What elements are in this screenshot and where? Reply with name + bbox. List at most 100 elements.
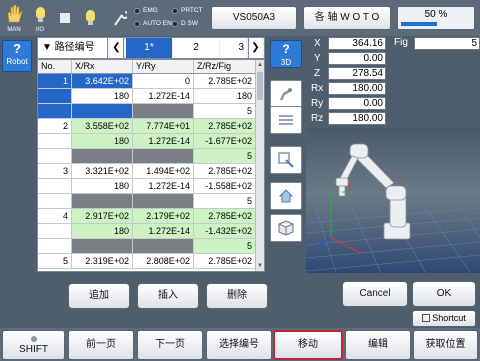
table-cell: 180 [194, 89, 256, 103]
coord-rz-value: 180.00 [328, 112, 386, 125]
speed-override-control[interactable]: 50 % [397, 6, 475, 30]
scroll-up-arrow-icon[interactable]: ▲ [256, 61, 264, 69]
ok-button[interactable]: OK [412, 281, 476, 307]
table-cell [133, 239, 194, 253]
row-number-cell: 1 [38, 74, 72, 88]
io-indicator[interactable]: I/O [29, 2, 51, 34]
scroll-thumb[interactable] [257, 72, 263, 100]
axis-mode-button[interactable]: 各 轴 W O T O [303, 6, 391, 30]
row-number-cell: 4 [38, 209, 72, 223]
wrench-icon [114, 11, 127, 26]
get-position-button[interactable]: 获取位置 [413, 330, 478, 360]
table-cell: 7.774E+01 [133, 119, 194, 133]
page-prev-chevron-icon[interactable]: ❮ [110, 38, 124, 58]
table-row[interactable]: 1 3.642E+02 0 2.785E+02 [38, 74, 256, 89]
table-cell: 2.785E+02 [194, 119, 256, 133]
table-row[interactable]: 5 [38, 104, 256, 119]
table-header: No. X/Rx Y/Ry Z/Rz/Fig [38, 60, 256, 74]
cube-icon [278, 220, 294, 236]
select-number-button[interactable]: 选择编号 [206, 330, 272, 360]
table-cell: 1.272E-14 [133, 179, 194, 193]
table-row[interactable]: 5 2.319E+02 2.808E+02 2.785E+02 [38, 254, 256, 269]
d-sw-indicator-dot [172, 21, 178, 27]
table-cell: 180 [72, 89, 133, 103]
table-cell [72, 149, 133, 163]
table-scrollbar[interactable]: ▲ ▼ [255, 60, 264, 271]
table-row[interactable]: 180 1.272E-14 -1.432E+02 [38, 224, 256, 239]
add-point-button[interactable]: 追加 [68, 283, 130, 309]
stop-square-icon [60, 13, 70, 23]
table-row[interactable]: 180 1.272E-14 -1.677E+02 [38, 134, 256, 149]
table-cell [133, 149, 194, 163]
col-header-x: X/Rx [72, 60, 133, 73]
shift-label: SHIFT [19, 344, 48, 355]
table-cell [72, 104, 133, 118]
scroll-down-arrow-icon[interactable]: ▼ [256, 262, 264, 270]
route-number-dropdown[interactable]: ▼ 路径编号 [38, 38, 108, 58]
view-3d-button[interactable]: ? 3D [270, 40, 302, 68]
table-row[interactable]: 180 1.272E-14 -1.558E+02 [38, 179, 256, 194]
view-zoom-tool-button[interactable] [270, 146, 302, 174]
move-button[interactable]: 移动 [273, 330, 343, 360]
coord-rx-label: Rx [311, 83, 324, 94]
robot-model-button[interactable]: VS050A3 [211, 6, 297, 30]
table-cell: 2.785E+02 [194, 164, 256, 178]
delete-point-button[interactable]: 删除 [206, 283, 268, 309]
col-header-y: Y/Ry [133, 60, 194, 73]
cube-view-button[interactable] [270, 214, 302, 242]
robot-pose-tool-button[interactable] [270, 80, 302, 108]
row-number-cell: 2 [38, 119, 72, 133]
table-cell [72, 239, 133, 253]
row-number-cell [38, 179, 72, 193]
table-cell: -1.432E+02 [194, 224, 256, 238]
help-question-icon: ? [13, 41, 21, 56]
page-tab-2[interactable]: 2 [173, 38, 219, 58]
edit-button[interactable]: 编辑 [345, 330, 411, 360]
top-status-bar: MAN I/O EMG AUTO EN PRTCT D SW VS050A3 各… [0, 0, 480, 36]
prtct-label: PRTCT [181, 7, 203, 14]
next-page-button[interactable]: 下一页 [137, 330, 203, 360]
page-next-chevron-icon[interactable]: ❯ [248, 38, 262, 58]
table-row[interactable]: 180 1.272E-14 180 [38, 89, 256, 104]
table-cell [133, 194, 194, 208]
table-cell: 1.272E-14 [133, 89, 194, 103]
lightbulb-icon [36, 7, 45, 22]
hand-mode-indicator[interactable]: MAN [2, 2, 26, 34]
home-view-button[interactable] [270, 182, 302, 210]
page-tab-1[interactable]: 1* [126, 38, 172, 58]
row-number-cell [38, 89, 72, 103]
robot-3d-view[interactable] [306, 128, 480, 273]
row-number-cell [38, 194, 72, 208]
row-number-cell: 3 [38, 164, 72, 178]
table-row[interactable]: 2 3.558E+02 7.774E+01 2.785E+02 [38, 119, 256, 134]
table-row[interactable]: 5 [38, 194, 256, 209]
insert-point-button[interactable]: 插入 [137, 283, 199, 309]
table-row[interactable]: 4 2.917E+02 2.179E+02 2.785E+02 [38, 209, 256, 224]
table-cell: 1.272E-14 [133, 134, 194, 148]
shortcut-button[interactable]: Shortcut [412, 310, 476, 327]
coord-z-value: 278.54 [328, 67, 386, 80]
table-row[interactable]: 5 [38, 149, 256, 164]
table-cell: 2.785E+02 [194, 74, 256, 88]
cancel-button[interactable]: Cancel [342, 281, 408, 307]
coord-z-label: Z [314, 68, 321, 79]
coord-ry-value: 0.00 [328, 97, 386, 110]
d-sw-label: D SW [181, 20, 198, 27]
shift-button[interactable]: SHIFT [2, 330, 65, 360]
robot-tab-button[interactable]: ? Robot [2, 40, 32, 72]
table-row[interactable]: 3 3.321E+02 1.494E+02 2.785E+02 [38, 164, 256, 179]
io-label: I/O [35, 27, 44, 33]
coord-x-value: 364.16 [328, 37, 386, 50]
table-cell: 2.319E+02 [72, 254, 133, 268]
table-cell: 180 [72, 224, 133, 238]
zoom-fit-icon [278, 152, 294, 168]
robot-tab-label: Robot [6, 57, 28, 66]
col-header-no: No. [38, 60, 72, 73]
list-tool-button[interactable] [270, 106, 302, 134]
coord-y-value: 0.00 [328, 52, 386, 65]
emg-indicator-dot [134, 8, 140, 14]
prev-page-button[interactable]: 前一页 [68, 330, 134, 360]
table-row[interactable]: 5 [38, 239, 256, 254]
page-tab-3[interactable]: 3 [220, 38, 246, 58]
coord-rz-label: Rz [311, 113, 324, 124]
